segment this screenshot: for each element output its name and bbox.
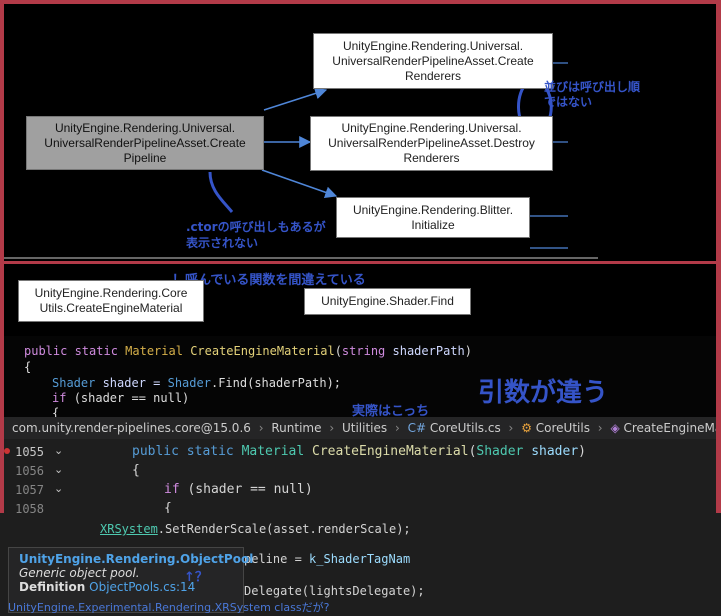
annotation-args-differ: 引数が違う <box>478 378 609 408</box>
editor-line-1055[interactable]: public static Material CreateEngineMater… <box>132 444 586 459</box>
breadcrumb: com.unity.render-pipelines.core@15.0.6 ›… <box>4 417 716 439</box>
ctor-annotation-arrow <box>208 171 234 213</box>
lower-code-line-1[interactable]: XRSystem.SetRenderScale(asset.renderScal… <box>100 522 411 536</box>
snippet-line-2: { <box>24 360 32 374</box>
breadcrumb-folder-utilities[interactable]: Utilities <box>342 417 387 439</box>
fold-chevron-icon[interactable]: ⌄ <box>54 444 63 457</box>
breadcrumb-class[interactable]: CoreUtils <box>536 417 590 439</box>
method-icon: ◈ <box>610 421 620 435</box>
breadcrumb-file[interactable]: CoreUtils.cs <box>430 417 501 439</box>
lower-code-line-3[interactable]: Delegate(lightsDelegate); <box>244 584 425 598</box>
tooltip-title[interactable]: UnityEngine.Rendering.ObjectPool <box>19 552 253 566</box>
breadcrumb-member[interactable]: CreateEngineMaterial <box>624 417 717 439</box>
snippet-line-3: Shader shader = Shader.Find(shaderPath); <box>52 376 342 390</box>
node-create-renderers[interactable]: UnityEngine.Rendering.Universal. Univers… <box>313 33 553 89</box>
breadcrumb-folder-runtime[interactable]: Runtime <box>271 417 321 439</box>
edge-pipeline-to-create-renderers <box>263 87 328 111</box>
class-icon: ⚙ <box>521 421 532 435</box>
snippet-line-4: if (shader == null) <box>52 391 190 405</box>
node-shader-find[interactable]: UnityEngine.Shader.Find <box>304 288 471 315</box>
editor-line-1056[interactable]: { <box>132 463 140 478</box>
node-create-pipeline[interactable]: UnityEngine.Rendering.Universal. Univers… <box>26 116 264 170</box>
line-number: 1055 <box>15 445 44 459</box>
annotation-ctor: .ctorの呼び出しもあるが 表示されない <box>186 220 326 250</box>
status-annotation: UnityEngine.Experimental.Rendering.XRSys… <box>8 601 330 614</box>
annotation-order: 並びは呼び出し順 ではない <box>544 80 641 109</box>
node-destroy-renderers[interactable]: UnityEngine.Rendering.Universal. Univers… <box>310 116 553 171</box>
csharp-file-icon: C# <box>407 421 427 435</box>
edge-pipeline-to-blitter <box>261 169 338 199</box>
node-create-engine-material[interactable]: UnityEngine.Rendering.Core Utils.CreateE… <box>18 280 204 322</box>
lower-code-line-2[interactable]: peline = k_ShaderTagNam <box>244 552 410 566</box>
tooltip-definition-link[interactable]: ObjectPools.cs:14 <box>89 580 195 594</box>
line-number: 1057 <box>15 483 44 497</box>
fold-chevron-icon[interactable]: ⌄ <box>54 482 63 495</box>
node-blitter-initialize[interactable]: UnityEngine.Rendering.Blitter. Initializ… <box>336 197 530 238</box>
line-number: 1056 <box>15 464 44 478</box>
fold-chevron-icon[interactable]: ⌄ <box>54 463 63 476</box>
snippet-line-1: public static Material CreateEngineMater… <box>24 344 472 358</box>
editor-line-1057[interactable]: if (shader == null) <box>164 482 313 497</box>
annotation-question: ↑？ <box>184 570 208 585</box>
breadcrumb-package[interactable]: com.unity.render-pipelines.core@15.0.6 <box>4 417 251 439</box>
